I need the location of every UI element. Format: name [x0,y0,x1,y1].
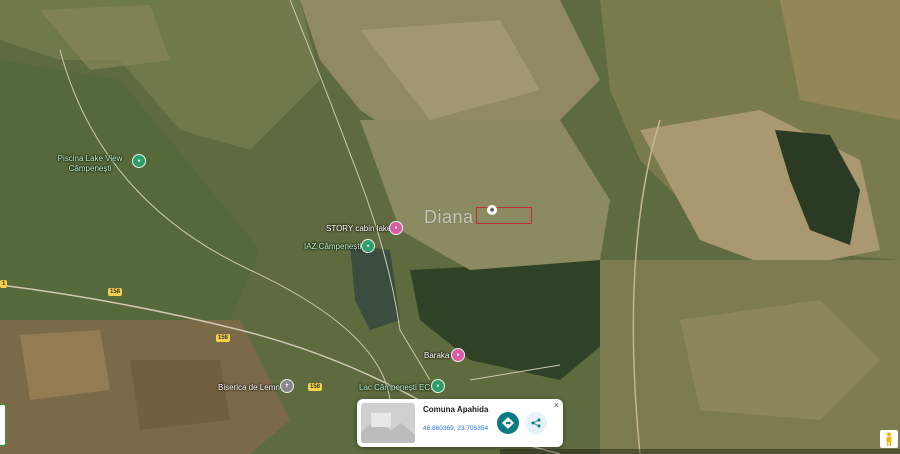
satellite-map[interactable]: Diana ◉ Piscina Lake View Câmpenești ● S… [0,0,900,454]
lake-icon[interactable]: ● [362,240,374,252]
pool-icon[interactable]: ● [133,155,145,167]
hotel-icon[interactable]: ● [390,222,402,234]
dropped-pin-icon[interactable]: ◉ [487,205,497,215]
poi-label-biserica[interactable]: Biserica de Lemn [218,383,280,393]
directions-icon [502,417,514,429]
close-icon[interactable]: × [554,400,559,410]
thumbnail-image [361,403,415,443]
share-icon [531,418,541,428]
road-shield: 158 [308,383,323,391]
church-icon[interactable]: ✝ [281,380,293,392]
place-thumbnail[interactable] [361,403,415,443]
share-button[interactable] [525,412,547,434]
place-title: Comuna Apahida [423,405,489,414]
place-info-card[interactable]: Comuna Apahida 46.860369, 23.705354 × [357,399,563,447]
poi-label-piscina[interactable]: Piscina Lake View Câmpenești [55,154,125,174]
road-shield: 158 [108,288,123,296]
poi-label-story[interactable]: STORY cabin lake [326,224,391,234]
hotel-icon[interactable]: ● [452,349,464,361]
road-shield: 158 [216,334,231,342]
pegman-icon[interactable] [880,430,898,448]
directions-button[interactable] [497,412,519,434]
place-coordinates[interactable]: 46.860369, 23.705354 [423,425,488,432]
poi-label-lac[interactable]: Lac Câmpenești EC1 [359,383,435,393]
lake-icon[interactable]: ● [432,380,444,392]
poi-label-baraka[interactable]: Baraka [424,351,449,361]
attribution-bar [500,449,900,454]
place-label-diana: Diana [424,207,474,227]
layer-toggle-button[interactable] [0,404,6,446]
poi-label-iaz[interactable]: IAZ Câmpenești [304,242,361,252]
selection-rectangle [476,207,532,224]
street-view-icon [886,432,892,446]
road-shield: 1 [0,280,8,288]
